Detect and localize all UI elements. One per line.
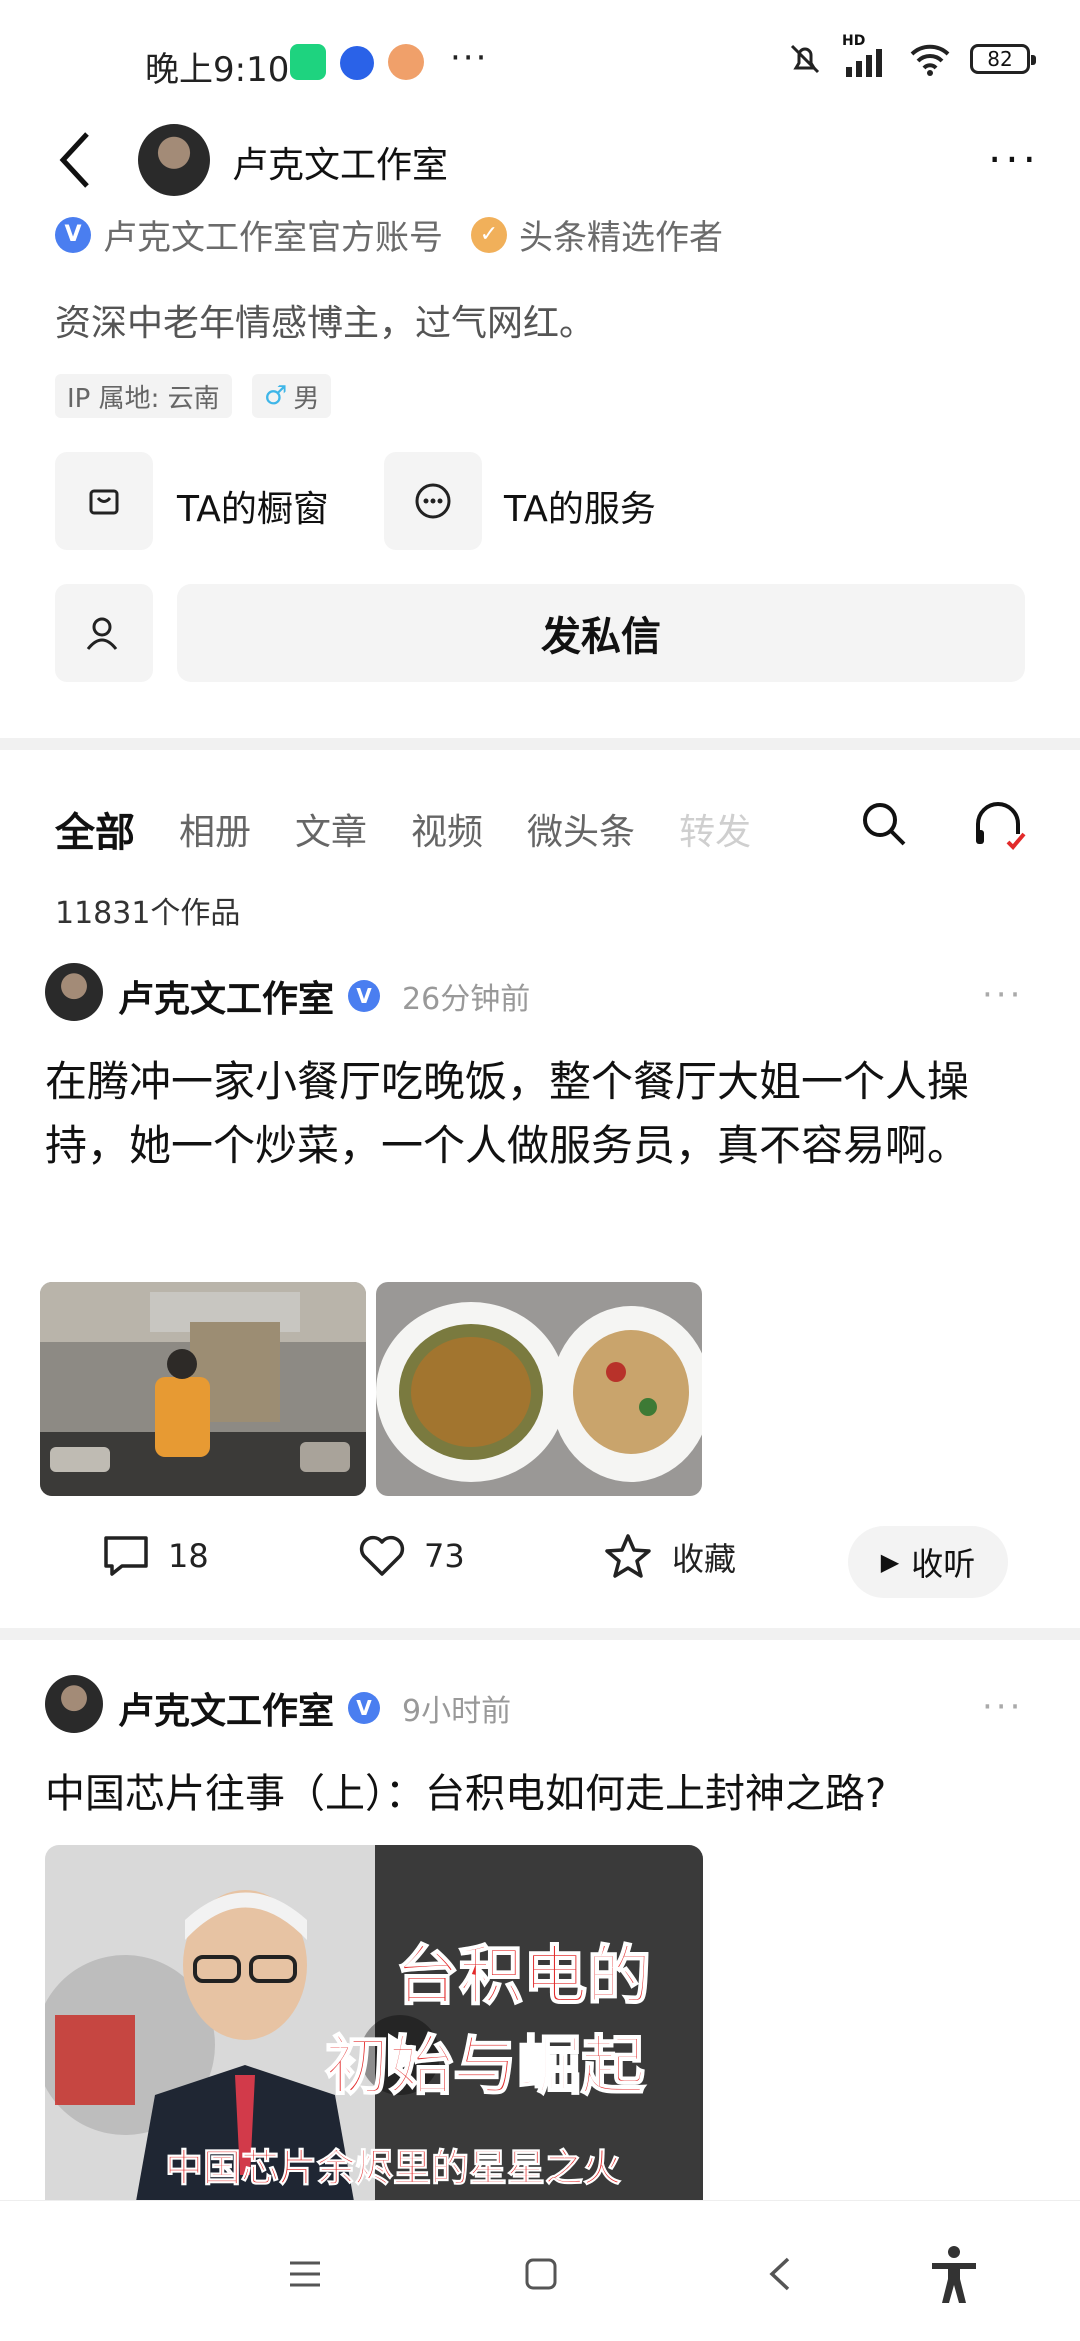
mute-bell-icon: [790, 44, 820, 74]
bio-text: 资深中老年情感博主，过气网红。: [55, 303, 596, 344]
verification-line: V 卢克文工作室官方账号 ✓ 头条精选作者: [55, 210, 723, 259]
back-arrow-icon[interactable]: [55, 128, 95, 192]
dishes-photo: [376, 1282, 702, 1496]
baidu-icon: [340, 46, 374, 80]
post-header: 卢克文工作室 V 9小时前: [118, 1682, 511, 1734]
thumb-title-line1: 台积电的: [394, 1939, 652, 2015]
author-badge-icon: ✓: [471, 216, 507, 253]
status-more-icon: ···: [450, 38, 489, 78]
home-icon[interactable]: [524, 2257, 558, 2291]
comment-stat[interactable]: 18: [102, 1534, 209, 1578]
thumb-title-line2: 初始与崛起: [324, 2029, 646, 2105]
post-avatar[interactable]: [45, 1675, 103, 1733]
listen-label: 收听: [911, 1545, 976, 1583]
app-face-icon: [388, 44, 424, 80]
page-title: 卢克文工作室: [232, 145, 449, 186]
tab-articles[interactable]: 文章: [295, 803, 367, 855]
more-icon[interactable]: ···: [988, 135, 1040, 184]
author-badge-text: 头条精选作者: [519, 218, 723, 258]
headphones-icon[interactable]: [972, 800, 1028, 852]
post-author[interactable]: 卢克文工作室: [118, 1682, 334, 1734]
status-time: 晚上9:10: [145, 50, 290, 90]
like-count: 73: [424, 1537, 465, 1575]
ip-location-tag: IP 属地: 云南: [55, 374, 232, 418]
service-label[interactable]: TA的服务: [504, 480, 656, 532]
gender-text: 男: [293, 383, 320, 414]
section-divider: [0, 738, 1080, 750]
verified-icon: V: [348, 1692, 381, 1724]
tab-videos[interactable]: 视频: [411, 803, 483, 855]
post-image-kitchen[interactable]: [40, 1282, 366, 1496]
follow-user-button[interactable]: [55, 584, 153, 682]
post-image-dishes[interactable]: [376, 1282, 702, 1496]
verified-icon: V: [348, 980, 381, 1012]
signal-icon: HD: [842, 33, 890, 77]
send-message-button[interactable]: 发私信: [177, 584, 1025, 682]
verified-icon: V: [55, 216, 91, 253]
system-nav-bar: [0, 2200, 1080, 2341]
tab-all[interactable]: 全部: [55, 800, 135, 858]
accessibility-icon[interactable]: [928, 2245, 980, 2305]
nav-back-icon[interactable]: [766, 2255, 792, 2293]
post-header: 卢克文工作室 V 26分钟前: [118, 970, 530, 1022]
post-author[interactable]: 卢克文工作室: [118, 970, 334, 1022]
bag-icon: [89, 489, 119, 515]
content-tabs: 全部 相册 文章 视频 微头条 转发: [55, 800, 795, 858]
service-icon-button[interactable]: [384, 452, 482, 550]
like-stat[interactable]: 73: [358, 1534, 465, 1578]
heart-icon: [359, 1535, 405, 1576]
user-icon: [86, 617, 118, 650]
app-notification-icon: [290, 44, 326, 80]
kitchen-photo: [40, 1282, 366, 1496]
video-thumbnail[interactable]: 台积电的 初始与崛起 中国芯片余烬里的星星之火: [45, 1845, 703, 2207]
post-time: 26分钟前: [402, 982, 531, 1017]
avatar[interactable]: [138, 124, 210, 196]
comment-count: 18: [168, 1537, 209, 1575]
battery-level: 82: [987, 47, 1013, 71]
post-more-icon[interactable]: ···: [982, 1687, 1023, 1727]
battery-icon: 82: [970, 44, 1036, 74]
favorite-label: 收藏: [672, 1540, 737, 1578]
search-icon[interactable]: [860, 800, 908, 848]
post-avatar[interactable]: [45, 963, 103, 1021]
menu-icon[interactable]: [288, 2259, 322, 2289]
post-text[interactable]: 中国芯片往事（上）：台积电如何走上封神之路?: [45, 1762, 1035, 1826]
gender-tag: ♂ 男: [252, 374, 332, 418]
comment-icon: [104, 1536, 148, 1576]
post-time: 9小时前: [402, 1694, 512, 1729]
status-bar: 晚上9:10 ··· HD 82: [0, 0, 1080, 120]
favorite-stat[interactable]: 收藏: [602, 1532, 736, 1582]
play-icon: ▶: [880, 1548, 900, 1576]
service-icon: [415, 483, 451, 519]
tab-reposts[interactable]: 转发: [679, 803, 751, 855]
works-count: 11831个作品: [55, 896, 241, 931]
tab-micro-posts[interactable]: 微头条: [527, 803, 635, 855]
shop-icon-button[interactable]: [55, 452, 153, 550]
ip-location-text: IP 属地: 云南: [67, 383, 220, 414]
post-more-icon[interactable]: ···: [982, 975, 1023, 1015]
star-icon: [605, 1534, 651, 1578]
tab-album[interactable]: 相册: [179, 803, 251, 855]
status-right: HD 82: [786, 33, 1036, 78]
wifi-icon: [910, 44, 950, 76]
shop-label[interactable]: TA的橱窗: [177, 480, 329, 532]
listen-button[interactable]: ▶ 收听: [848, 1526, 1008, 1598]
post-text[interactable]: 在腾冲一家小餐厅吃晚饭，整个餐厅大姐一个人操持，她一个炒菜，一个人做服务员，真不…: [45, 1050, 1035, 1178]
male-icon: ♂: [264, 381, 288, 411]
verification-text: 卢克文工作室官方账号: [103, 218, 443, 258]
thumb-subtitle: 中国芯片余烬里的星星之火: [164, 2146, 622, 2191]
section-divider: [0, 1628, 1080, 1640]
